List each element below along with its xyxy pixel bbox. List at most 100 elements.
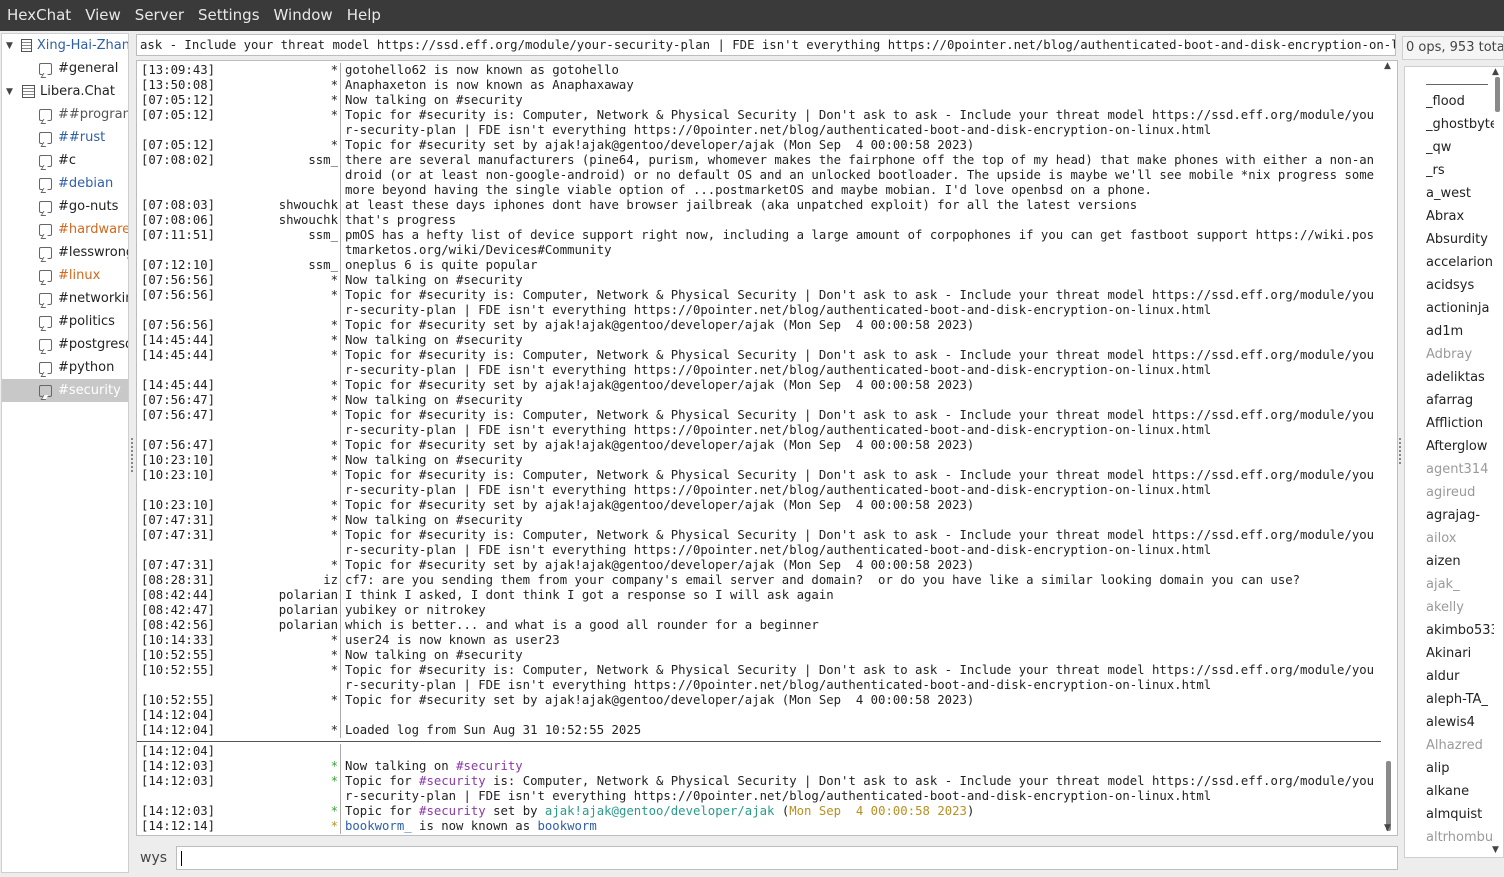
topic-bar[interactable]: ask - Include your threat model https://… [136,34,1396,56]
timestamp: [07:05:12] [141,93,216,107]
message-text: Topic for #security set by ajak!ajak@gen… [345,318,975,332]
message-text: Topic for #security is: Computer, Networ… [345,408,1375,437]
message-text: gotohello62 is now known as gotohello [345,63,619,77]
chat-line: [07:47:31] * Topic for #security is: Compu… [137,528,1383,558]
expander-down-icon[interactable]: ▼ [6,87,16,97]
user-item[interactable]: alkane [1426,780,1494,803]
channel-icon [39,269,52,282]
channel-item[interactable]: #networking [2,287,128,310]
user-item[interactable]: accelarion [1426,251,1494,274]
channel-item[interactable]: #linux [2,264,128,287]
menu-view[interactable]: View [78,0,128,31]
message-input[interactable] [176,846,1398,870]
user-item[interactable]: _qw [1426,136,1494,159]
user-item[interactable]: akimbo533 [1426,619,1494,642]
timestamp: [08:42:44] [141,588,216,602]
channel-icon [39,292,52,305]
message-segment: Topic for [345,774,420,788]
user-item[interactable]: Akinari [1426,642,1494,665]
user-item[interactable]: Absurdity [1426,228,1494,251]
user-item[interactable]: aldur [1426,665,1494,688]
user-item[interactable]: _flood [1426,90,1494,113]
chat-line: [08:42:44] polarian I think I asked, I don… [137,588,1383,603]
channel-item[interactable]: #politics [2,310,128,333]
user-item[interactable]: a_west [1426,182,1494,205]
user-item[interactable]: aleph-TA_ [1426,688,1494,711]
user-item[interactable]: afarrag [1426,389,1494,412]
timestamp: [07:08:06] [141,213,216,227]
nick-column: * [216,333,341,348]
channel-item[interactable]: #hardware [2,218,128,241]
user-item[interactable]: alewis4 [1426,711,1494,734]
timestamp: [14:12:04] [141,744,216,758]
channel-item[interactable]: #debian [2,172,128,195]
channel-item[interactable]: ##programming [2,103,128,126]
scroll-down-icon[interactable]: ▼ [1384,823,1391,833]
nick-column: * [216,513,341,528]
menu-hexchat[interactable]: HexChat [0,0,78,31]
channel-item[interactable]: ##rust [2,126,128,149]
expander-down-icon[interactable]: ▼ [6,41,15,51]
message-text: I think I asked, I dont think I got a re… [345,588,834,602]
nick-column: ssm_ [216,228,341,258]
user-count: 0 ops, 953 total [1402,36,1504,60]
channel-item[interactable]: #go-nuts [2,195,128,218]
channel-item[interactable]: #c [2,149,128,172]
user-item[interactable]: ad1m [1426,320,1494,343]
chat-line: [10:52:55] * Now talking on #security [137,648,1383,663]
chat-log[interactable]: [13:09:43] * gotohello62 is now known as g… [136,60,1398,836]
nick-button[interactable]: wys [140,850,167,866]
chat-line: [08:28:31] iz cf7: are you sending them fr… [137,573,1383,588]
menu-server[interactable]: Server [128,0,191,31]
user-item[interactable]: Afterglow [1426,435,1494,458]
message-text: user24 is now known as user23 [345,633,560,647]
user-item[interactable]: acidsys [1426,274,1494,297]
menu-settings[interactable]: Settings [191,0,267,31]
scrollbar-thumb[interactable] [1495,77,1500,112]
user-item[interactable]: adeliktas [1426,366,1494,389]
server-node[interactable]: ▼ Xing-Hai-Zhan [2,34,128,57]
message-text: Topic for #security set by ajak!ajak@gen… [341,804,1381,819]
user-item[interactable]: Abrax [1426,205,1494,228]
channel-item[interactable]: #security [2,379,128,402]
user-item[interactable]: agireud [1426,481,1494,504]
user-item[interactable]: alip [1426,757,1494,780]
user-item[interactable]: altrhombus [1426,826,1494,849]
scrollbar-thumb[interactable] [1386,761,1391,831]
user-list[interactable]: ▲ ▼ _flood _ghostbyte _qw _rs a_west Abrax Abs… [1404,66,1504,858]
user-item[interactable]: _ghostbyte [1426,113,1494,136]
user-item[interactable]: agent314 [1426,458,1494,481]
text-caret [181,851,182,866]
channel-item[interactable]: #python [2,356,128,379]
user-item[interactable]: actioninja [1426,297,1494,320]
user-item[interactable]: almquist [1426,803,1494,826]
channel-icon [39,223,52,236]
timestamp: [10:23:10] [141,498,216,512]
timestamp: [07:47:31] [141,558,216,572]
user-item[interactable]: Adbray [1426,343,1494,366]
user-item[interactable]: ailox [1426,527,1494,550]
channel-item[interactable]: #general [2,57,128,80]
chat-scrollbar[interactable]: ▲ ▼ [1382,61,1396,835]
user-item[interactable]: Alhazred [1426,734,1494,757]
channel-item[interactable]: #postgresql [2,333,128,356]
scroll-up-icon[interactable]: ▲ [1492,67,1499,77]
timestamp: [07:05:12] [141,108,216,122]
menu-help[interactable]: Help [340,0,388,31]
user-item[interactable]: agrajag- [1426,504,1494,527]
channel-item[interactable]: #lesswrong [2,241,128,264]
nick-column: * [216,393,341,408]
scroll-up-icon[interactable]: ▲ [1384,61,1391,71]
chat-line: [13:09:43] * gotohello62 is now known as g… [137,63,1383,78]
user-item[interactable]: Affliction [1426,412,1494,435]
chat-line: [07:12:10] ssm_ oneplus 6 is quite popular [137,258,1383,273]
channel-icon [39,315,52,328]
user-item[interactable]: aizen [1426,550,1494,573]
menu-window[interactable]: Window [267,0,340,31]
user-item[interactable]: _rs [1426,159,1494,182]
message-text: Anaphaxeton is now known as Anaphaxaway [345,78,634,92]
chat-line: [13:50:08] * Anaphaxeton is now known as A… [137,78,1383,93]
user-item[interactable]: akelly [1426,596,1494,619]
user-item[interactable]: ajak_ [1426,573,1494,596]
server-node[interactable]: ▼ Libera.Chat [2,80,128,103]
